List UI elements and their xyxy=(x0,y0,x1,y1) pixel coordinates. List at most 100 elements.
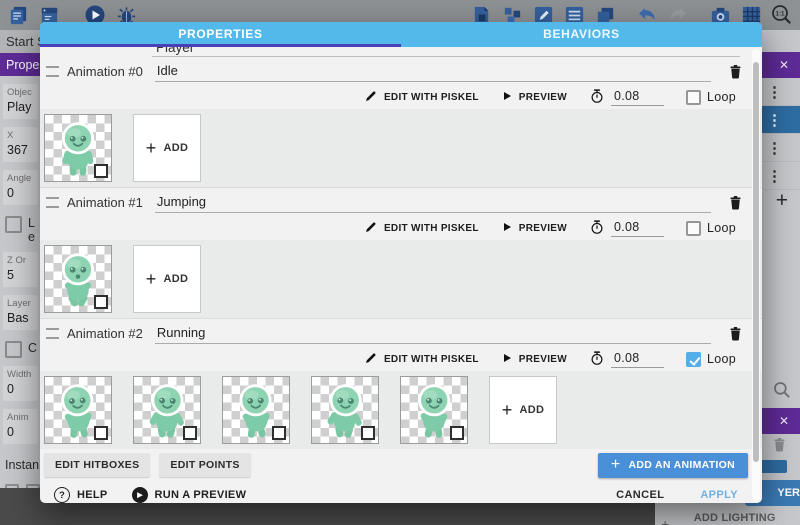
frame-select-checkbox[interactable] xyxy=(361,426,375,440)
delete-animation-button[interactable] xyxy=(727,63,744,80)
frame-select-checkbox[interactable] xyxy=(183,426,197,440)
zoom-1-1-icon[interactable]: 1:1 xyxy=(770,3,794,27)
play-icon xyxy=(501,90,513,105)
object-name-field[interactable]: Player xyxy=(152,47,740,57)
property-field[interactable]: Z Or5 xyxy=(3,252,38,287)
checkbox-label: C xyxy=(28,341,37,355)
field-value: 367 xyxy=(7,143,28,157)
property-field[interactable]: Angle0 xyxy=(3,170,38,205)
edit-with-piskel-button[interactable]: EDIT WITH PISKEL xyxy=(364,89,479,106)
svg-text:1:1: 1:1 xyxy=(776,11,786,18)
layer-row-chip[interactable] xyxy=(759,460,787,473)
animation-section: Animation #1JumpingEDIT WITH PISKELPREVI… xyxy=(40,187,762,318)
add-frame-button[interactable]: + ADD xyxy=(489,376,557,444)
trash-icon[interactable] xyxy=(771,436,788,458)
help-button[interactable]: ? HELP xyxy=(48,486,114,503)
frame-duration-control: 0.08 xyxy=(589,88,664,107)
preview-button[interactable]: PREVIEW xyxy=(501,352,567,367)
add-frame-button[interactable]: +ADD xyxy=(133,245,201,313)
frame-thumbnail-jump[interactable] xyxy=(44,245,112,313)
add-object-button[interactable]: + xyxy=(776,190,788,211)
property-field[interactable]: LayerBas xyxy=(3,295,38,330)
frame-duration-field[interactable]: 0.08 xyxy=(611,351,664,368)
checkbox[interactable] xyxy=(5,216,22,233)
edit-points-button[interactable]: EDIT POINTS xyxy=(159,453,250,477)
field-value: 0 xyxy=(7,186,14,200)
drag-handle-icon[interactable] xyxy=(46,197,59,208)
kebab-menu-icon[interactable]: ⋮ xyxy=(767,167,782,185)
frame-thumbnail-run-2[interactable] xyxy=(133,376,201,444)
edit-hitboxes-button[interactable]: EDIT HITBOXES xyxy=(44,453,150,477)
add-frame-label: ADD xyxy=(520,404,545,416)
run-preview-button[interactable]: ▶ RUN A PREVIEW xyxy=(126,486,253,503)
drag-handle-icon[interactable] xyxy=(46,328,59,339)
add-lighting-layer-button[interactable]: + ADD LIGHTING LAYER xyxy=(655,511,800,525)
edit-with-piskel-label: EDIT WITH PISKEL xyxy=(384,354,479,365)
kebab-menu-icon[interactable]: ⋮ xyxy=(767,139,782,157)
preview-button[interactable]: PREVIEW xyxy=(501,221,567,236)
search-icon[interactable] xyxy=(772,380,792,405)
frame-select-checkbox[interactable] xyxy=(450,426,464,440)
animation-name-field[interactable]: Jumping xyxy=(155,194,711,213)
loop-checkbox[interactable] xyxy=(686,90,701,105)
frame-select-checkbox[interactable] xyxy=(94,164,108,178)
add-animation-button[interactable]: + ADD AN ANIMATION xyxy=(598,453,748,478)
property-field[interactable]: Anim0 xyxy=(3,409,38,444)
preview-label: PREVIEW xyxy=(519,223,567,234)
frame-duration-field[interactable]: 0.08 xyxy=(611,89,664,106)
kebab-menu-icon[interactable]: ⋮ xyxy=(767,83,782,101)
animation-name-field[interactable]: Idle xyxy=(155,63,711,82)
kebab-menu-icon[interactable]: ⋮ xyxy=(767,111,782,129)
frame-duration-control: 0.08 xyxy=(589,219,664,238)
scene-copy-icon[interactable] xyxy=(6,3,30,27)
property-field[interactable]: X367 xyxy=(3,127,38,162)
animation-section: Animation #2 Running EDIT WITH PISKEL PREVI… xyxy=(40,318,762,449)
edit-with-piskel-button[interactable]: EDIT WITH PISKEL xyxy=(364,351,479,368)
loop-checkbox[interactable] xyxy=(686,352,701,367)
field-label: Anim xyxy=(7,412,34,423)
close-icon[interactable]: ✕ xyxy=(779,414,789,428)
tab-behaviors[interactable]: BEHAVIORS xyxy=(401,22,762,47)
animation-name-field[interactable]: Running xyxy=(155,325,711,344)
checkbox[interactable] xyxy=(5,341,22,358)
square-icon[interactable] xyxy=(26,484,40,488)
edit-with-piskel-button[interactable]: EDIT WITH PISKEL xyxy=(364,220,479,237)
drag-handle-icon[interactable] xyxy=(46,66,59,77)
field-value: Bas xyxy=(7,311,29,325)
frame-select-checkbox[interactable] xyxy=(94,295,108,309)
frame-thumbnail-run-1[interactable] xyxy=(44,376,112,444)
frame-thumbnail-run-4[interactable] xyxy=(311,376,379,444)
property-field[interactable]: ObjecPlay xyxy=(3,84,38,119)
scrollbar-thumb[interactable] xyxy=(753,62,759,462)
help-label: HELP xyxy=(77,489,108,501)
frame-thumbnail-run-3[interactable] xyxy=(222,376,290,444)
add-lighting-layer-label: ADD LIGHTING LAYER xyxy=(675,512,794,525)
cancel-button[interactable]: CANCEL xyxy=(610,488,670,502)
frame-select-checkbox[interactable] xyxy=(272,426,286,440)
field-value: 0 xyxy=(7,382,14,396)
add-layer-label: YER xyxy=(777,487,800,499)
object-name-value: Player xyxy=(156,47,194,55)
plus-icon: + xyxy=(502,400,513,421)
apply-button[interactable]: APPLY xyxy=(694,488,744,502)
frame-select-checkbox[interactable] xyxy=(94,426,108,440)
plus-icon: + xyxy=(146,269,157,290)
property-checkbox-row: Le xyxy=(5,216,38,244)
delete-animation-button[interactable] xyxy=(727,194,744,211)
scene-tab[interactable]: Start S xyxy=(0,30,40,53)
property-field[interactable]: Width0 xyxy=(3,366,38,401)
loop-checkbox[interactable] xyxy=(686,221,701,236)
field-label: Z Or xyxy=(7,255,34,266)
animation-label: Animation #2 xyxy=(67,326,143,341)
delete-animation-button[interactable] xyxy=(727,325,744,342)
property-checkbox-row: C xyxy=(5,341,38,358)
frame-thumbnail-idle[interactable] xyxy=(44,114,112,182)
frame-duration-field[interactable]: 0.08 xyxy=(611,220,664,237)
add-frame-button[interactable]: +ADD xyxy=(133,114,201,182)
close-icon[interactable]: ✕ xyxy=(779,58,789,72)
frame-thumbnail-run-5[interactable] xyxy=(400,376,468,444)
preview-button[interactable]: PREVIEW xyxy=(501,90,567,105)
plus-icon: + xyxy=(611,456,621,474)
dialog-footer: ? HELP ▶ RUN A PREVIEW CANCEL APPLY xyxy=(40,478,762,503)
square-icon[interactable] xyxy=(5,484,19,488)
